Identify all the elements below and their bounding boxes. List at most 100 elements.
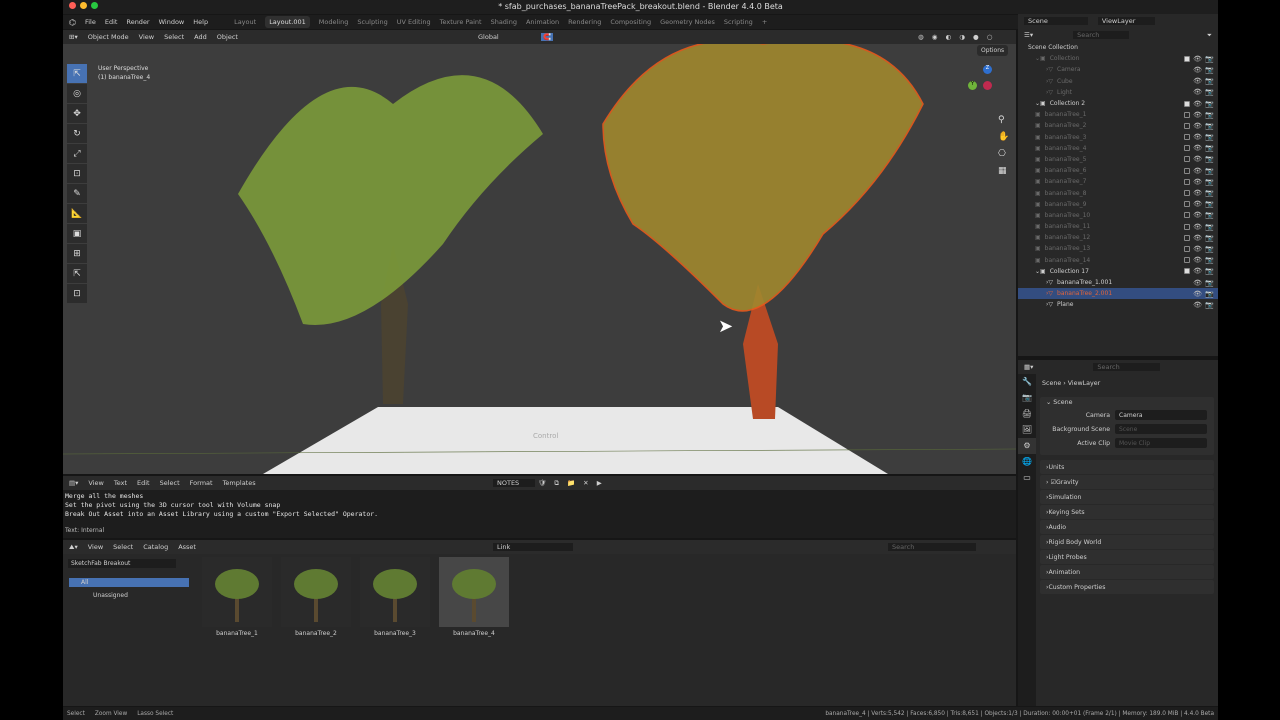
gizmo-y-axis[interactable]: Y	[968, 81, 977, 90]
outliner-row[interactable]: ›▽ Plane 👁 📷	[1018, 299, 1218, 310]
render-camera-icon[interactable]: 📷	[1205, 111, 1214, 119]
outliner-row[interactable]: ›▽ Light 👁 📷	[1018, 87, 1218, 98]
visibility-eye-icon[interactable]: 👁	[1193, 301, 1202, 309]
visibility-eye-icon[interactable]: 👁	[1193, 211, 1202, 219]
workspace-tab[interactable]: Layout	[234, 18, 256, 26]
menu-window[interactable]: Window	[159, 18, 185, 26]
menu-file[interactable]: File	[85, 18, 96, 26]
outliner-row[interactable]: ▣ bananaTree_3 👁 📷	[1018, 132, 1218, 143]
gizmo-z-axis[interactable]: Z	[983, 65, 992, 74]
field-value[interactable]: Scene	[1115, 424, 1207, 434]
panel-light-probes[interactable]: › Light Probes	[1040, 550, 1214, 564]
catalog-unassigned[interactable]: Unassigned	[93, 592, 128, 599]
view-layer-tab-icon[interactable]: 🖼	[1018, 422, 1036, 438]
visibility-eye-icon[interactable]: 👁	[1193, 155, 1202, 163]
exclude-checkbox[interactable]	[1184, 100, 1190, 107]
workspace-tab[interactable]: Compositing	[610, 18, 651, 26]
options-button[interactable]: Options	[977, 45, 1009, 56]
exclude-checkbox[interactable]	[1184, 167, 1190, 174]
render-camera-icon[interactable]: 📷	[1205, 178, 1214, 186]
camera-view-icon[interactable]: ⎔	[998, 146, 1009, 163]
snap-icon[interactable]: 🧲	[541, 33, 554, 41]
visibility-eye-icon[interactable]: 👁	[1193, 100, 1202, 108]
navigation-gizmo[interactable]: Z Y	[968, 64, 1008, 109]
render-camera-icon[interactable]: 📷	[1205, 100, 1214, 108]
workspace-tab[interactable]: +	[762, 18, 767, 26]
render-camera-icon[interactable]: 📷	[1205, 77, 1214, 85]
render-camera-icon[interactable]: 📷	[1205, 223, 1214, 231]
text-menu-format[interactable]: Format	[190, 479, 213, 487]
mode-select[interactable]: Object Mode	[88, 33, 129, 41]
render-camera-icon[interactable]: 📷	[1205, 144, 1214, 152]
render-camera-icon[interactable]: 📷	[1205, 167, 1214, 175]
select-box-tool-icon[interactable]: ⇱	[67, 64, 87, 83]
menu-help[interactable]: Help	[193, 18, 208, 26]
asset-menu-asset[interactable]: Asset	[178, 543, 196, 551]
workspace-tab[interactable]: Modeling	[319, 18, 349, 26]
outliner-search-input[interactable]: Search	[1073, 31, 1130, 39]
orientation-select[interactable]: Global	[478, 33, 499, 41]
render-camera-icon[interactable]: 📷	[1205, 122, 1214, 130]
text-content[interactable]: Merge all the meshes Set the pivot using …	[63, 490, 1016, 521]
text-menu-templates[interactable]: Templates	[223, 479, 256, 487]
scene-select[interactable]: Scene	[1024, 17, 1088, 25]
visibility-eye-icon[interactable]: 👁	[1193, 245, 1202, 253]
visibility-eye-icon[interactable]: 👁	[1193, 111, 1202, 119]
exclude-checkbox[interactable]	[1184, 245, 1190, 252]
move-tool-icon[interactable]: ✥	[67, 104, 87, 123]
outliner-row[interactable]: ›▽ bananaTree_1.001 👁 📷	[1018, 277, 1218, 288]
pan-hand-icon[interactable]: ✋	[998, 129, 1009, 146]
panel-rigid-body-world[interactable]: › Rigid Body World	[1040, 535, 1214, 549]
text-menu-text[interactable]: Text	[114, 479, 127, 487]
workspace-tab[interactable]: Shading	[491, 18, 517, 26]
outliner-row[interactable]: ▣ bananaTree_14 👁 📷	[1018, 255, 1218, 266]
blender-logo-icon[interactable]: ⌬	[69, 18, 76, 27]
output-tab-icon[interactable]: 🖨	[1018, 406, 1036, 422]
render-camera-icon[interactable]: 📷	[1205, 88, 1214, 96]
field-value[interactable]: Movie Clip	[1115, 438, 1207, 448]
exclude-checkbox[interactable]	[1184, 190, 1190, 197]
rotate-tool-icon[interactable]: ↻	[67, 124, 87, 143]
exclude-checkbox[interactable]	[1184, 122, 1190, 129]
ortho-grid-icon[interactable]: ▦	[998, 163, 1009, 180]
cursor-tool-icon[interactable]: ◎	[67, 84, 87, 103]
outliner-row[interactable]: ⌄▣ Collection 17 👁 📷	[1018, 266, 1218, 277]
render-camera-icon[interactable]: 📷	[1205, 234, 1214, 242]
render-camera-icon[interactable]: 📷	[1205, 279, 1214, 287]
outliner-row[interactable]: ›▽ Cube 👁 📷	[1018, 76, 1218, 87]
render-camera-icon[interactable]: 📷	[1205, 66, 1214, 74]
workspace-tab[interactable]: Sculpting	[357, 18, 387, 26]
import-method-select[interactable]: Link	[493, 543, 573, 551]
props-editor-type-icon[interactable]: ▦▾	[1024, 363, 1033, 371]
asset-library-select[interactable]: SketchFab Breakout	[68, 559, 176, 568]
render-camera-icon[interactable]: 📷	[1205, 290, 1214, 298]
text-menu-select[interactable]: Select	[160, 479, 180, 487]
render-camera-icon[interactable]: 📷	[1205, 200, 1214, 208]
render-camera-icon[interactable]: 📷	[1205, 211, 1214, 219]
outliner-row[interactable]: ▣ bananaTree_8 👁 📷	[1018, 187, 1218, 198]
viewport-menu-select[interactable]: Select	[164, 33, 184, 41]
panel-audio[interactable]: › Audio	[1040, 520, 1214, 534]
scene-tab-icon[interactable]: ⚙	[1018, 438, 1036, 454]
asset-menu-view[interactable]: View	[88, 543, 103, 551]
workspace-tab[interactable]: Texture Paint	[440, 18, 482, 26]
gizmo-x-axis[interactable]	[983, 81, 992, 90]
workspace-tab[interactable]: Animation	[526, 18, 559, 26]
tool-tab-icon[interactable]: 🔧	[1018, 374, 1036, 390]
outliner-row[interactable]: ▣ bananaTree_11 👁 📷	[1018, 221, 1218, 232]
exclude-checkbox[interactable]	[1184, 178, 1190, 185]
exclude-checkbox[interactable]	[1184, 212, 1190, 219]
text-file-select[interactable]: NOTES	[493, 479, 536, 487]
text-editor-type-icon[interactable]: ▤▾	[69, 479, 78, 487]
outliner-root[interactable]: Scene Collection	[1018, 42, 1218, 53]
panel-animation[interactable]: › Animation	[1040, 565, 1214, 579]
select-tool-icon[interactable]: ⇱	[67, 264, 87, 283]
exclude-checkbox[interactable]	[1184, 145, 1190, 152]
3d-viewport[interactable]: User Perspective (1) bananaTree_4 Contro…	[63, 44, 1016, 474]
exclude-checkbox[interactable]	[1184, 268, 1190, 275]
workspace-tab[interactable]: Layout.001	[265, 16, 310, 28]
asset-thumbnail[interactable]: bananaTree_2	[279, 557, 353, 637]
render-tab-icon[interactable]: 📷	[1018, 390, 1036, 406]
render-camera-icon[interactable]: 📷	[1205, 267, 1214, 275]
field-value[interactable]: Camera	[1115, 410, 1207, 420]
